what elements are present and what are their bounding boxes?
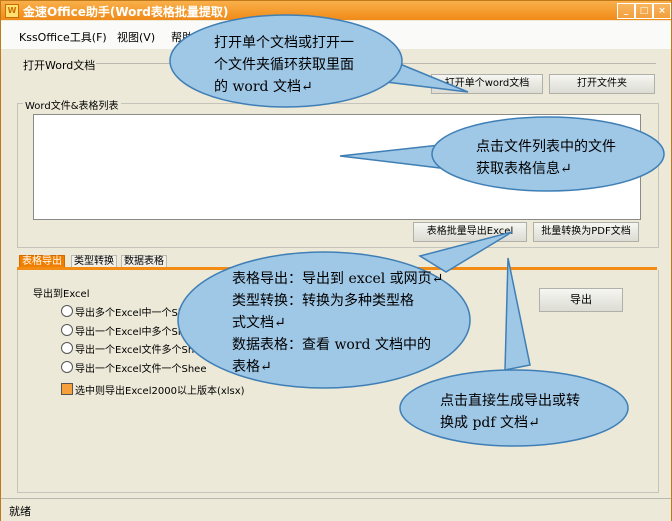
callout-2-line: 点击文件列表中的文件 — [476, 139, 616, 155]
callout-3-line: 式文档↵ — [232, 315, 286, 331]
callout-3-line: 表格导出：导出到 excel 或网页↵ — [232, 271, 444, 287]
callout-1-line: 的 word 文档↵ — [214, 79, 313, 95]
callout-4-line: 换成 pdf 文档↵ — [440, 415, 540, 431]
callout-1-line: 打开单个文档或打开一 — [214, 35, 354, 51]
callout-3-line: 表格↵ — [232, 359, 272, 375]
callout-4-line: 点击直接生成导出或转 — [440, 393, 580, 409]
callout-1-line: 个文件夹循环获取里面 — [214, 57, 354, 73]
callout-3-line: 类型转换：转换为多种类型格 — [232, 293, 414, 309]
callout-4-text: 点击直接生成导出或转 换成 pdf 文档↵ — [440, 390, 580, 434]
callout-2-line: 获取表格信息↵ — [476, 161, 572, 177]
callout-1-text: 打开单个文档或打开一 个文件夹循环获取里面 的 word 文档↵ — [214, 32, 354, 98]
callout-3-line: 数据表格：查看 word 文档中的 — [232, 337, 431, 353]
callout-2-text: 点击文件列表中的文件 获取表格信息↵ — [476, 136, 616, 180]
callout-3-text: 表格导出：导出到 excel 或网页↵ 类型转换：转换为多种类型格 式文档↵ 数… — [232, 268, 443, 378]
